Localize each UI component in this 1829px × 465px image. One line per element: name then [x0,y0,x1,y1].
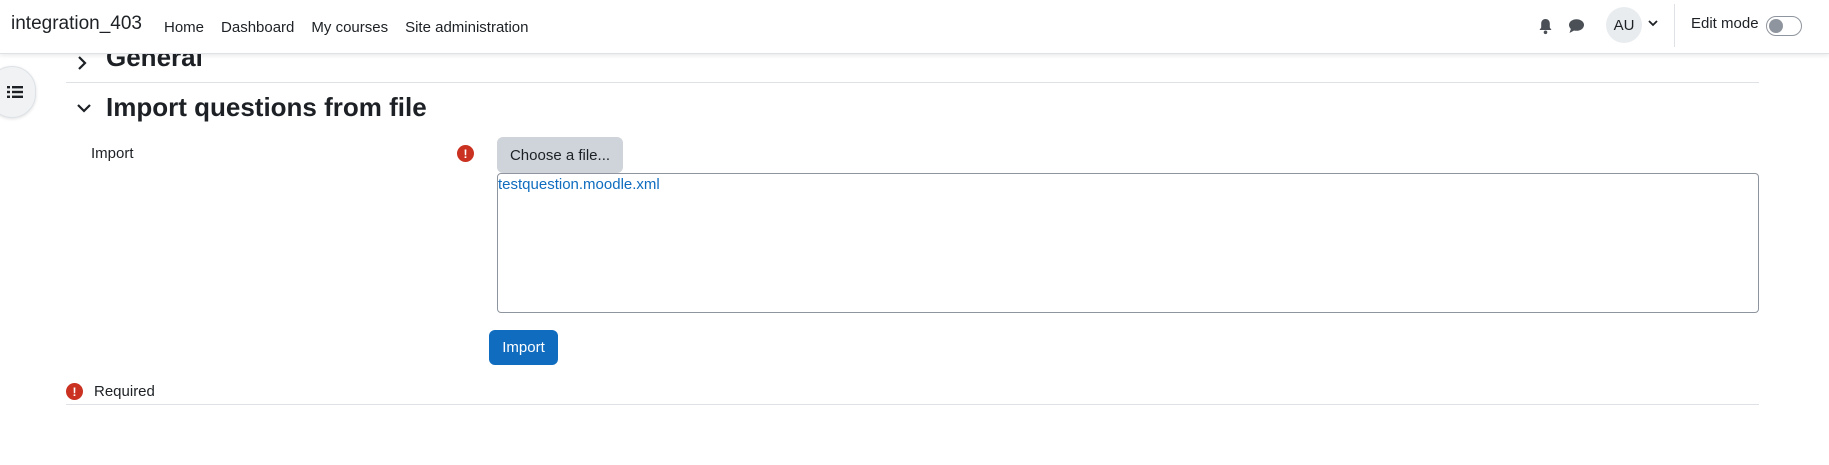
course-index-drawer-toggle[interactable] [0,66,36,118]
messages-button[interactable] [1564,14,1588,38]
edit-mode-label: Edit mode [1691,15,1759,32]
nav-dashboard[interactable]: Dashboard [221,19,294,36]
import-field-label: Import [91,145,134,162]
chevron-down-icon[interactable] [1647,18,1659,28]
nav-my-courses[interactable]: My courses [311,19,388,36]
site-name-link[interactable]: integration_403 [11,13,142,35]
file-drop-area[interactable]: testquestion.moodle.xml [497,173,1759,313]
chevron-right-icon [78,56,87,70]
chevron-down-icon [77,104,91,113]
navbar-divider [1674,4,1675,47]
general-section-header[interactable]: General [66,54,1759,83]
primary-navigation: Home Dashboard My courses Site administr… [164,0,546,54]
general-section-title: General [106,54,203,72]
selected-file-link[interactable]: testquestion.moodle.xml [498,176,660,193]
import-submit-button[interactable]: Import [489,330,558,365]
nav-home[interactable]: Home [164,19,204,36]
chat-icon [1568,19,1584,33]
list-icon [7,86,23,98]
choose-file-button[interactable]: Choose a file... [497,137,623,173]
required-note-text: Required [94,383,155,400]
toggle-knob [1769,19,1783,33]
nav-site-administration[interactable]: Site administration [405,19,528,36]
exclamation-circle-icon: ! [457,145,474,162]
notifications-button[interactable] [1533,14,1557,38]
required-fields-note: ! Required [66,383,1759,405]
import-section-title: Import questions from file [106,92,427,122]
bell-icon [1539,18,1551,34]
edit-mode-toggle[interactable] [1766,16,1802,36]
user-avatar[interactable]: AU [1606,7,1642,43]
exclamation-circle-icon: ! [66,383,83,400]
top-navbar: integration_403 Home Dashboard My course… [0,0,1829,54]
